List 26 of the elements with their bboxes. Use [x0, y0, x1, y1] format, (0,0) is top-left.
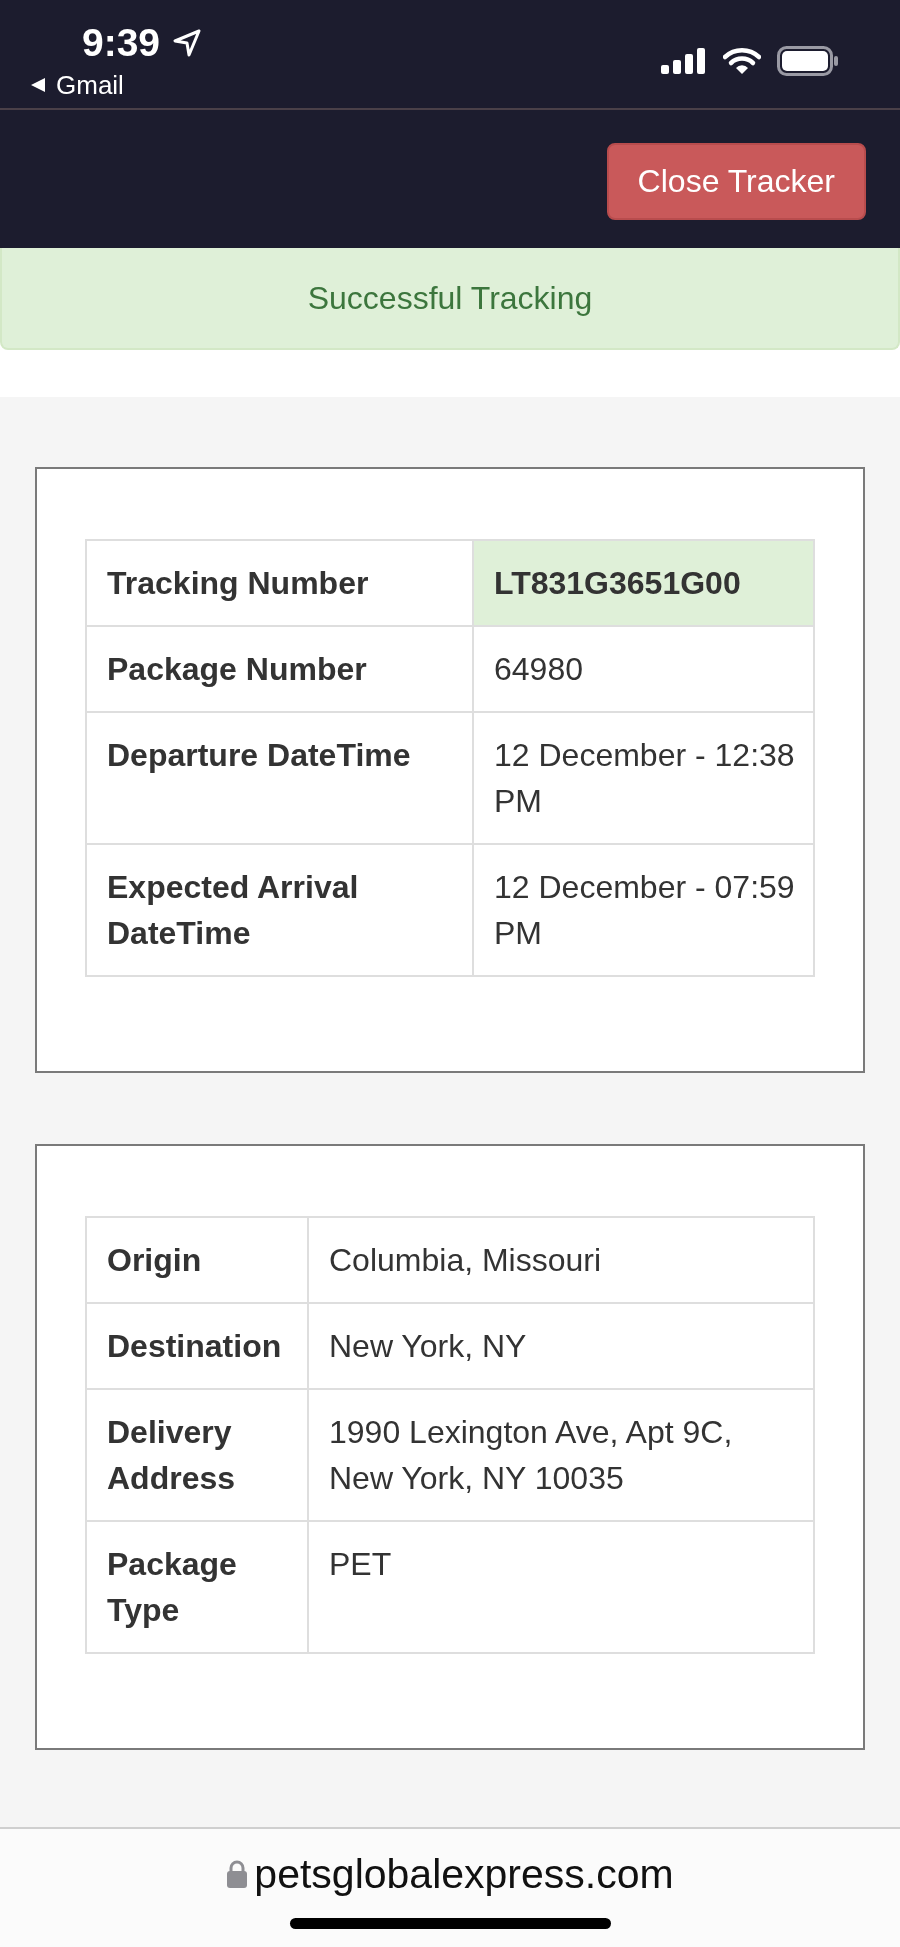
location-arrow-icon [172, 28, 203, 58]
value-cell: Columbia, Missouri [308, 1217, 814, 1303]
value-cell: 64980 [473, 626, 814, 712]
label-cell: Destination [86, 1303, 308, 1389]
label-cell: Delivery Address [86, 1389, 308, 1521]
label-cell: Departure DateTime [86, 712, 473, 844]
left-triangle-icon [30, 77, 46, 93]
success-alert: Successful Tracking [0, 248, 900, 350]
battery-icon [777, 46, 839, 76]
lock-icon [226, 1859, 249, 1889]
value-cell: 12 December - 07:59 PM [473, 844, 814, 976]
label-cell: Tracking Number [86, 540, 473, 626]
value-cell: LT831G3651G00 [473, 540, 814, 626]
label-cell: Package Type [86, 1521, 308, 1653]
status-time: 9:39 [82, 20, 161, 66]
label-cell: Origin [86, 1217, 308, 1303]
wifi-icon [723, 47, 761, 75]
value-cell: 1990 Lexington Ave, Apt 9C, New York, NY 10035 [308, 1389, 814, 1521]
signal-icon [661, 48, 707, 74]
label-cell: Package Number [86, 626, 473, 712]
value-cell: New York, NY [308, 1303, 814, 1389]
value-cell: PET [308, 1521, 814, 1653]
value-cell: 12 December - 12:38 PM [473, 712, 814, 844]
back-link[interactable]: Gmail [30, 68, 203, 102]
label-cell: Expected Arrival DateTime [86, 844, 473, 976]
close-button[interactable]: Close Tracker [606, 143, 866, 220]
